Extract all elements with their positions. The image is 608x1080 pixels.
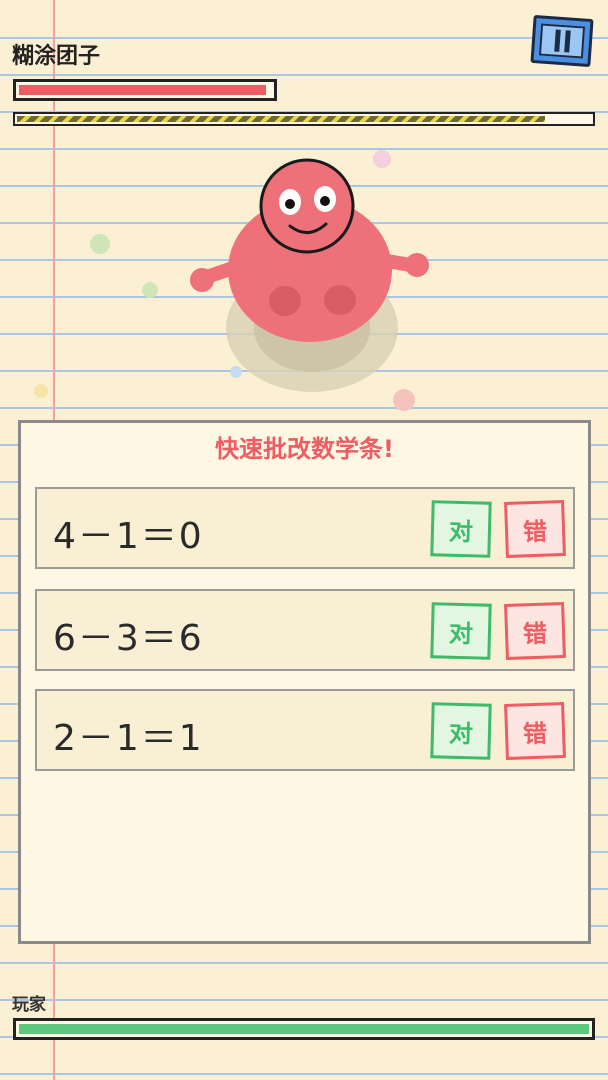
monster-left-hand (190, 268, 214, 292)
green-dot-decoration (142, 282, 158, 298)
enemy-monster (190, 158, 429, 392)
timer-bar (13, 112, 595, 126)
timer-fill (17, 116, 546, 122)
enemy-health-bar (13, 79, 277, 101)
mark-correct-button[interactable]: 对 (430, 500, 492, 558)
equation-text: 4－1＝0 (53, 516, 204, 557)
monster-head (259, 158, 355, 254)
math-check-panel: 快速批改数学条! 4－1＝0 对 错 6－3＝6 对 错 2－1＝1 对 错 (18, 420, 591, 944)
monster-foot-left (269, 286, 301, 316)
mark-correct-button[interactable]: 对 (430, 602, 492, 660)
player-label: 玩家 (12, 995, 46, 1015)
player-health-bar (13, 1018, 595, 1040)
equation-row: 2－1＝1 对 错 (35, 689, 575, 771)
mark-wrong-button[interactable]: 错 (504, 601, 566, 661)
equation-text: 2－1＝1 (53, 718, 204, 759)
equation-row: 4－1＝0 对 错 (35, 487, 575, 569)
mark-wrong-button[interactable]: 错 (504, 701, 566, 761)
monster-foot-right (324, 285, 356, 315)
monster-right-hand (405, 253, 429, 277)
enemy-health-fill (19, 85, 266, 95)
green-dot-decoration (90, 234, 110, 254)
player-health-fill (19, 1024, 589, 1034)
enemy-name: 糊涂团子 (12, 44, 101, 69)
equation-text: 6－3＝6 (53, 618, 204, 659)
panel-title: 快速批改数学条! (215, 435, 394, 463)
yellow-dot-decoration (34, 384, 48, 398)
pause-button[interactable] (530, 14, 594, 68)
pause-icon (538, 23, 586, 59)
mark-correct-button[interactable]: 对 (430, 702, 492, 760)
mark-wrong-button[interactable]: 错 (504, 499, 566, 559)
equation-row: 6－3＝6 对 错 (35, 589, 575, 671)
